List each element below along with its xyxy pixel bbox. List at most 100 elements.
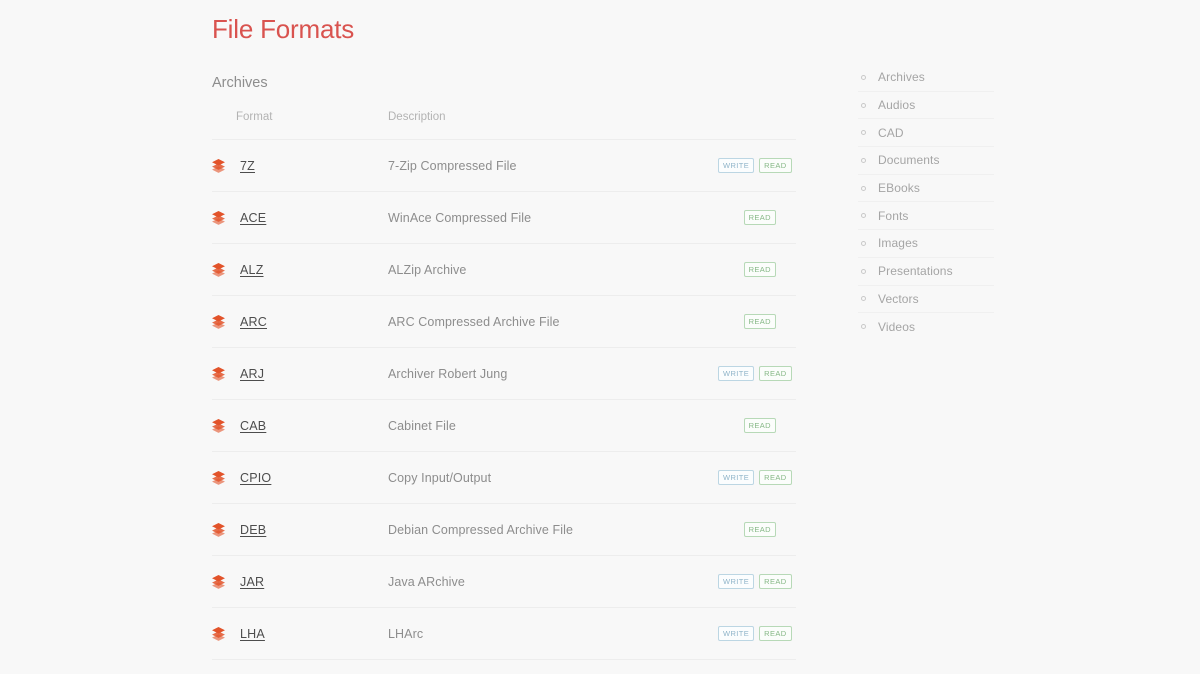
cell-flags: READ	[718, 243, 796, 296]
format-link[interactable]: 7Z	[240, 159, 255, 173]
layers-icon	[212, 366, 225, 381]
column-header-format: Format	[212, 111, 388, 140]
circle-bullet-icon	[861, 130, 866, 136]
table-row: 7Z 7-Zip Compressed File WRITE READ	[212, 139, 796, 192]
sidebar-item-audios[interactable]: Audios	[858, 92, 994, 120]
category-sidebar: Archives Audios CAD Documents EBooks Fonts Ima…	[858, 64, 994, 340]
sidebar-item-label: Vectors	[878, 291, 919, 306]
layers-icon	[212, 314, 225, 329]
cell-description: Cabinet File	[388, 399, 718, 452]
badge-write: WRITE	[718, 365, 755, 381]
table-row: CPIO Copy Input/Output WRITE READ	[212, 451, 796, 504]
table-row: DEB Debian Compressed Archive File READ	[212, 503, 796, 556]
cell-description: ALZip Archive	[388, 243, 718, 296]
badge-read: READ	[759, 157, 792, 173]
sidebar-item-label: Documents	[878, 153, 940, 168]
main-content: File Formats Archives Format Description…	[212, 0, 796, 660]
section-heading: Archives	[212, 75, 268, 91]
table-row: JAR Java ARchive WRITE READ	[212, 555, 796, 608]
cell-format: JAR	[212, 555, 388, 608]
sidebar-item-cad[interactable]: CAD	[858, 119, 994, 148]
sidebar-item-videos[interactable]: Videos	[858, 313, 994, 340]
table-row: ALZ ALZip Archive READ	[212, 243, 796, 296]
layers-icon	[212, 210, 225, 225]
table-row: LHA LHArc WRITE READ	[212, 607, 796, 660]
sidebar-item-documents[interactable]: Documents	[858, 147, 994, 175]
circle-bullet-icon	[861, 324, 866, 330]
sidebar-item-label: Fonts	[878, 208, 909, 223]
format-link[interactable]: LHA	[240, 627, 265, 641]
cell-flags: READ	[718, 399, 796, 452]
sidebar-item-archives[interactable]: Archives	[858, 64, 994, 92]
format-link[interactable]: ARC	[240, 315, 267, 329]
cell-description: Copy Input/Output	[388, 451, 718, 504]
cell-format: ARC	[212, 295, 388, 348]
format-link[interactable]: CPIO	[240, 471, 271, 485]
cell-format: 7Z	[212, 139, 388, 192]
layers-icon	[212, 418, 225, 433]
badge-read: READ	[759, 469, 792, 485]
badge-read: READ	[743, 209, 776, 225]
badge-write: WRITE	[718, 625, 755, 641]
sidebar-item-label: Archives	[878, 70, 925, 85]
cell-format: CAB	[212, 399, 388, 452]
sidebar-item-presentations[interactable]: Presentations	[858, 258, 994, 286]
sidebar-item-label: Images	[878, 236, 918, 251]
table-header-row: Format Description	[212, 111, 796, 140]
circle-bullet-icon	[861, 157, 866, 163]
format-link[interactable]: JAR	[240, 575, 264, 589]
sidebar-item-label: EBooks	[878, 181, 920, 196]
circle-bullet-icon	[861, 185, 866, 191]
cell-format: ARJ	[212, 347, 388, 400]
sidebar-item-ebooks[interactable]: EBooks	[858, 175, 994, 203]
table-header: Format Description	[212, 111, 796, 140]
badge-read: READ	[759, 625, 792, 641]
layers-icon	[212, 262, 225, 277]
cell-description: Java ARchive	[388, 555, 718, 608]
format-link[interactable]: DEB	[240, 523, 266, 537]
cell-description: ARC Compressed Archive File	[388, 295, 718, 348]
table-body: 7Z 7-Zip Compressed File WRITE READ ACE WinAc…	[212, 139, 796, 660]
column-header-description: Description	[388, 111, 718, 140]
cell-flags: WRITE READ	[718, 347, 796, 400]
circle-bullet-icon	[861, 240, 866, 246]
layers-icon	[212, 158, 225, 173]
column-header-flags	[718, 111, 796, 140]
cell-flags: WRITE READ	[718, 607, 796, 660]
sidebar-item-label: CAD	[878, 125, 904, 140]
badge-write: WRITE	[718, 573, 755, 589]
cell-flags: READ	[718, 295, 796, 348]
layers-icon	[212, 574, 225, 589]
cell-flags: READ	[718, 191, 796, 244]
sidebar-item-vectors[interactable]: Vectors	[858, 286, 994, 314]
layers-icon	[212, 626, 225, 641]
format-link[interactable]: ARJ	[240, 367, 264, 381]
sidebar-item-images[interactable]: Images	[858, 230, 994, 258]
table-row: ACE WinAce Compressed File READ	[212, 191, 796, 244]
cell-format: DEB	[212, 503, 388, 556]
cell-format: LHA	[212, 607, 388, 660]
cell-description: 7-Zip Compressed File	[388, 139, 718, 192]
cell-description: WinAce Compressed File	[388, 191, 718, 244]
badge-read: READ	[743, 417, 776, 433]
badge-read: READ	[759, 365, 792, 381]
layers-icon	[212, 470, 225, 485]
badge-read: READ	[743, 521, 776, 537]
circle-bullet-icon	[861, 296, 866, 302]
sidebar-item-fonts[interactable]: Fonts	[858, 202, 994, 231]
format-link[interactable]: CAB	[240, 419, 266, 433]
circle-bullet-icon	[861, 102, 866, 108]
cell-format: CPIO	[212, 451, 388, 504]
format-link[interactable]: ALZ	[240, 263, 264, 277]
cell-description: Debian Compressed Archive File	[388, 503, 718, 556]
cell-flags: WRITE READ	[718, 139, 796, 192]
badge-write: WRITE	[718, 469, 755, 485]
circle-bullet-icon	[861, 74, 866, 80]
sidebar-item-label: Audios	[878, 98, 916, 113]
cell-flags: WRITE READ	[718, 451, 796, 504]
sidebar-item-label: Presentations	[878, 264, 953, 279]
cell-format: ALZ	[212, 243, 388, 296]
badge-read: READ	[743, 313, 776, 329]
format-link[interactable]: ACE	[240, 211, 266, 225]
page-title: File Formats	[212, 14, 355, 44]
